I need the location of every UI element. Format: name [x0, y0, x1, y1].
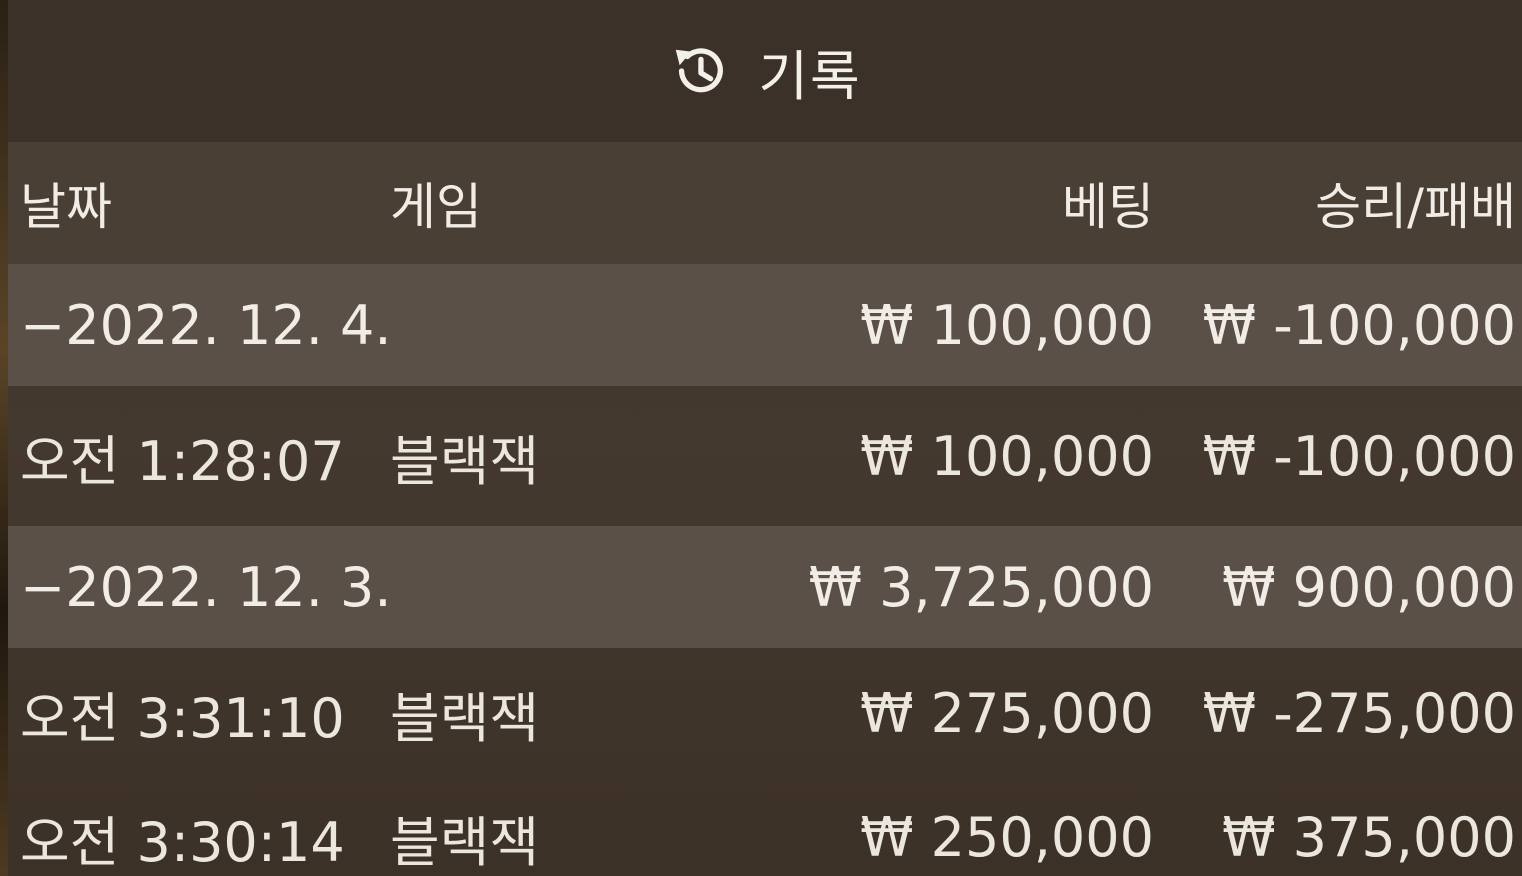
table-header: 날짜 게임 베팅 승리/패배	[8, 142, 1522, 264]
entry-win-loss: ₩ 375,000	[1222, 805, 1516, 869]
date-group-row[interactable]: −2022. 12. 3. ₩ 3,725,000 ₩ 900,000	[8, 526, 1522, 648]
entry-bet: ₩ 275,000	[860, 681, 1154, 745]
history-panel: 기록 날짜 게임 베팅 승리/패배 −2022. 12. 4. ₩ 100,00…	[8, 0, 1522, 876]
group-win-loss-total: ₩ 900,000	[1222, 555, 1516, 619]
entry-time: 오전 1:28:07	[20, 429, 345, 493]
column-header-bet[interactable]: 베팅	[1062, 142, 1154, 264]
entry-win-loss: ₩ -275,000	[1202, 681, 1516, 745]
entry-bet: ₩ 100,000	[860, 424, 1154, 488]
column-header-win-loss[interactable]: 승리/패배	[1315, 142, 1516, 264]
background-edge	[0, 0, 8, 876]
table-row[interactable]: 오전 1:28:07 블랙잭 ₩ 100,000 ₩ -100,000	[8, 386, 1522, 526]
entry-time: 오전 3:30:14	[20, 810, 345, 874]
table-row[interactable]: 오전 3:31:10 블랙잭 ₩ 275,000 ₩ -275,000	[8, 648, 1522, 778]
column-header-date[interactable]: 날짜	[20, 142, 112, 264]
entry-game: 블랙잭	[390, 429, 540, 493]
group-bet-total: ₩ 3,725,000	[808, 555, 1154, 619]
date-group-row[interactable]: −2022. 12. 4. ₩ 100,000 ₩ -100,000	[8, 264, 1522, 386]
title-bar: 기록	[8, 0, 1522, 142]
group-date: −2022. 12. 3.	[20, 555, 392, 619]
entry-time: 오전 3:31:10	[20, 686, 345, 750]
history-icon	[676, 48, 724, 93]
group-win-loss-total: ₩ -100,000	[1202, 293, 1516, 357]
group-bet-total: ₩ 100,000	[860, 293, 1154, 357]
group-date: −2022. 12. 4.	[20, 293, 392, 357]
entry-game: 블랙잭	[390, 686, 540, 750]
entry-game: 블랙잭	[390, 810, 540, 874]
page-title: 기록	[758, 44, 862, 108]
column-header-game[interactable]: 게임	[390, 142, 482, 264]
entry-bet: ₩ 250,000	[860, 805, 1154, 869]
entry-win-loss: ₩ -100,000	[1202, 424, 1516, 488]
table-row[interactable]: 오전 3:30:14 블랙잭 ₩ 250,000 ₩ 375,000	[8, 778, 1522, 876]
